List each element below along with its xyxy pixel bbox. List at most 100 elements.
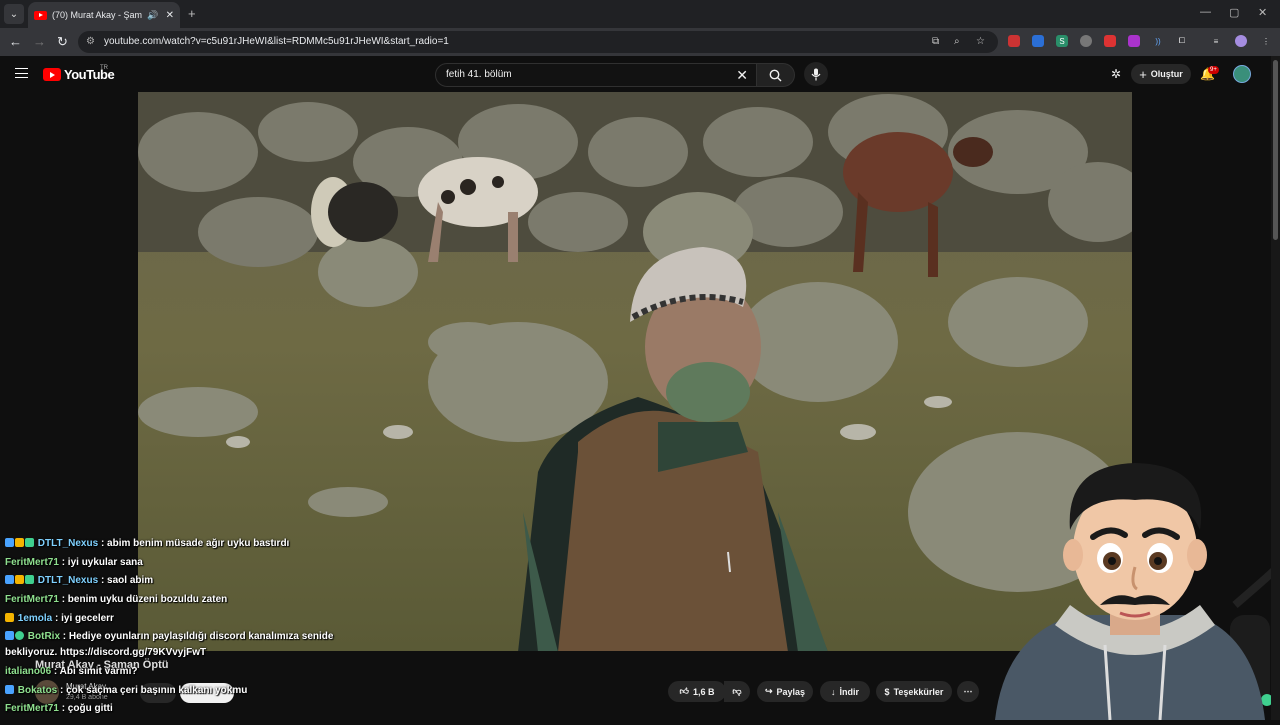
close-window-button[interactable]: ✕ <box>1258 6 1267 19</box>
streamer-avatar-overlay <box>985 455 1280 721</box>
reading-list-icon[interactable]: ≡ <box>1210 35 1222 47</box>
chrome-menu-icon[interactable]: ⋮ <box>1260 35 1272 47</box>
chat-username: DTLT_Nexus <box>37 538 99 549</box>
extension-7-icon[interactable]: )) <box>1152 35 1164 47</box>
chat-text: : saol abim <box>100 575 154 586</box>
streamer-cartoon-image <box>995 463 1280 721</box>
chat-badge-icon <box>5 631 14 640</box>
tab-close-icon[interactable]: ✕ <box>166 10 174 21</box>
chat-badge-icon <box>15 631 24 640</box>
chat-message: FeritMert71 : çoğu gitti <box>5 703 113 714</box>
video-player[interactable] <box>138 92 1132 651</box>
chat-text: : abim benim müsade ağır uyku bastırdı <box>100 538 290 549</box>
create-button[interactable]: + Oluştur <box>1131 64 1191 84</box>
reload-button[interactable]: ↻ <box>57 34 68 50</box>
chat-message: DTLT_Nexus : saol abim <box>5 575 153 586</box>
chat-username: FeritMert71 <box>5 594 59 605</box>
chat-text: : Hediye oyunların paylaşıldığı discord … <box>62 631 334 642</box>
chat-text: : iyi uykular sana <box>61 557 143 568</box>
search-box[interactable]: fetih 41. bölüm ✕ <box>435 63 757 87</box>
chat-badge-icon <box>5 575 14 584</box>
thanks-icon: $ <box>884 686 890 697</box>
more-actions-button[interactable]: ⋯ <box>957 681 979 702</box>
clear-search-icon[interactable]: ✕ <box>736 67 748 84</box>
chat-username: BotRix <box>27 631 61 642</box>
maximize-button[interactable]: ▢ <box>1229 6 1239 19</box>
search-button[interactable] <box>757 63 795 87</box>
like-button[interactable]: 👍︎ 1,6 B <box>668 681 726 702</box>
chat-message: Bokatos : çok saçma çeri başının kalkanı… <box>5 685 247 696</box>
chat-username: italiano06 <box>5 666 52 677</box>
url-text[interactable]: youtube.com/watch?v=c5u91rJHeWI&list=RDM… <box>104 36 449 47</box>
youtube-masthead: YouTube TR fetih 41. bölüm ✕ ✲ + Oluştur… <box>0 56 1280 92</box>
thanks-button[interactable]: $ Teşekkürler <box>876 681 952 702</box>
chat-badge-icon <box>25 575 34 584</box>
chat-username: Bokatos <box>17 685 58 696</box>
notifications-badge: 9+ <box>1208 66 1219 74</box>
profile-avatar[interactable] <box>1235 35 1247 47</box>
chat-text: : çok saçma çeri başının kalkanı yokmu <box>60 685 248 696</box>
chat-username: 1emola <box>17 613 53 624</box>
create-label: Oluştur <box>1150 69 1183 79</box>
chat-badge-icon <box>25 538 34 547</box>
new-tab-button[interactable]: + <box>188 6 196 21</box>
chat-message: FeritMert71 : iyi uykular sana <box>5 557 143 568</box>
chat-text: : iyi gecelerr <box>55 613 114 624</box>
minimize-button[interactable]: — <box>1200 6 1211 18</box>
youtube-play-icon <box>43 68 61 81</box>
chat-text: : çoğu gitti <box>61 703 113 714</box>
site-info-icon[interactable]: ⚙ <box>86 36 95 47</box>
back-button[interactable]: ← <box>9 34 22 49</box>
chat-username: FeritMert71 <box>5 703 59 714</box>
dislike-button[interactable]: 👎︎ <box>724 681 750 702</box>
scrollbar-thumb[interactable] <box>1273 60 1278 240</box>
chat-badge-icon <box>15 575 24 584</box>
browser-toolbar: ← → ↻ ⚙ youtube.com/watch?v=c5u91rJHeWI&… <box>0 28 1280 56</box>
extension-4-icon[interactable] <box>1080 35 1092 47</box>
voice-search-button[interactable] <box>804 62 828 86</box>
extension-1-icon[interactable] <box>1008 35 1020 47</box>
video-frame-image <box>138 92 1132 651</box>
download-label: İndir <box>839 686 860 697</box>
extension-6-icon[interactable] <box>1128 35 1140 47</box>
chat-badge-icon <box>5 685 14 694</box>
chat-username: DTLT_Nexus <box>37 575 99 586</box>
guide-menu-icon[interactable] <box>15 68 28 78</box>
youtube-favicon-icon <box>34 10 47 20</box>
account-avatar[interactable] <box>1233 65 1251 83</box>
chat-message: FeritMert71 : benim uyku düzeni bozuldu … <box>5 594 227 605</box>
thanks-label: Teşekkürler <box>893 686 944 697</box>
install-app-icon[interactable]: ⧉ <box>932 36 939 47</box>
share-label: Paylaş <box>776 686 806 697</box>
download-icon: ↓ <box>831 686 836 697</box>
extension-translate-icon[interactable] <box>1032 35 1044 47</box>
browser-tab-strip: ⌄ (70) Murat Akay - Şaman Öptü 🔊 ✕ + — ▢… <box>0 0 1280 28</box>
chat-message-continued: bekliyoruz. https://discord.gg/79KVvyjFw… <box>5 647 206 658</box>
chat-message: italiano06 : Abi simit varmı? <box>5 666 137 677</box>
zoom-icon[interactable]: ⌕ <box>954 36 960 47</box>
active-tab[interactable]: (70) Murat Akay - Şaman Öptü 🔊 ✕ <box>28 2 180 28</box>
thumbs-up-icon: 👍︎ <box>679 686 689 696</box>
extensions-puzzle-icon[interactable]: ⧠ <box>1176 35 1188 47</box>
extension-s-icon[interactable]: S <box>1056 35 1068 47</box>
download-button[interactable]: ↓ İndir <box>820 681 870 702</box>
logo-country-code: TR <box>100 65 108 71</box>
share-button[interactable]: ↪ Paylaş <box>757 681 813 702</box>
forward-button[interactable]: → <box>33 34 46 49</box>
chat-badge-icon <box>5 613 14 622</box>
chat-message: 1emola : iyi gecelerr <box>5 613 114 624</box>
address-bar[interactable]: ⚙ youtube.com/watch?v=c5u91rJHeWI&list=R… <box>78 31 998 53</box>
like-count: 1,6 B <box>692 686 715 697</box>
audio-playing-icon[interactable]: 🔊 <box>147 10 158 21</box>
extension-5-icon[interactable] <box>1104 35 1116 47</box>
search-input[interactable]: fetih 41. bölüm <box>446 69 512 80</box>
search-icon <box>769 69 782 81</box>
chat-text: : Abi simit varmı? <box>53 666 138 677</box>
tab-search-button[interactable]: ⌄ <box>4 4 24 24</box>
thumbs-down-icon: 👎︎ <box>732 686 742 696</box>
bookmark-star-icon[interactable]: ☆ <box>976 36 985 47</box>
microphone-icon <box>811 68 821 80</box>
chat-text: : benim uyku düzeni bozuldu zaten <box>61 594 228 605</box>
translate-extension-icon[interactable]: ✲ <box>1111 67 1121 81</box>
plus-icon: + <box>1139 66 1147 82</box>
